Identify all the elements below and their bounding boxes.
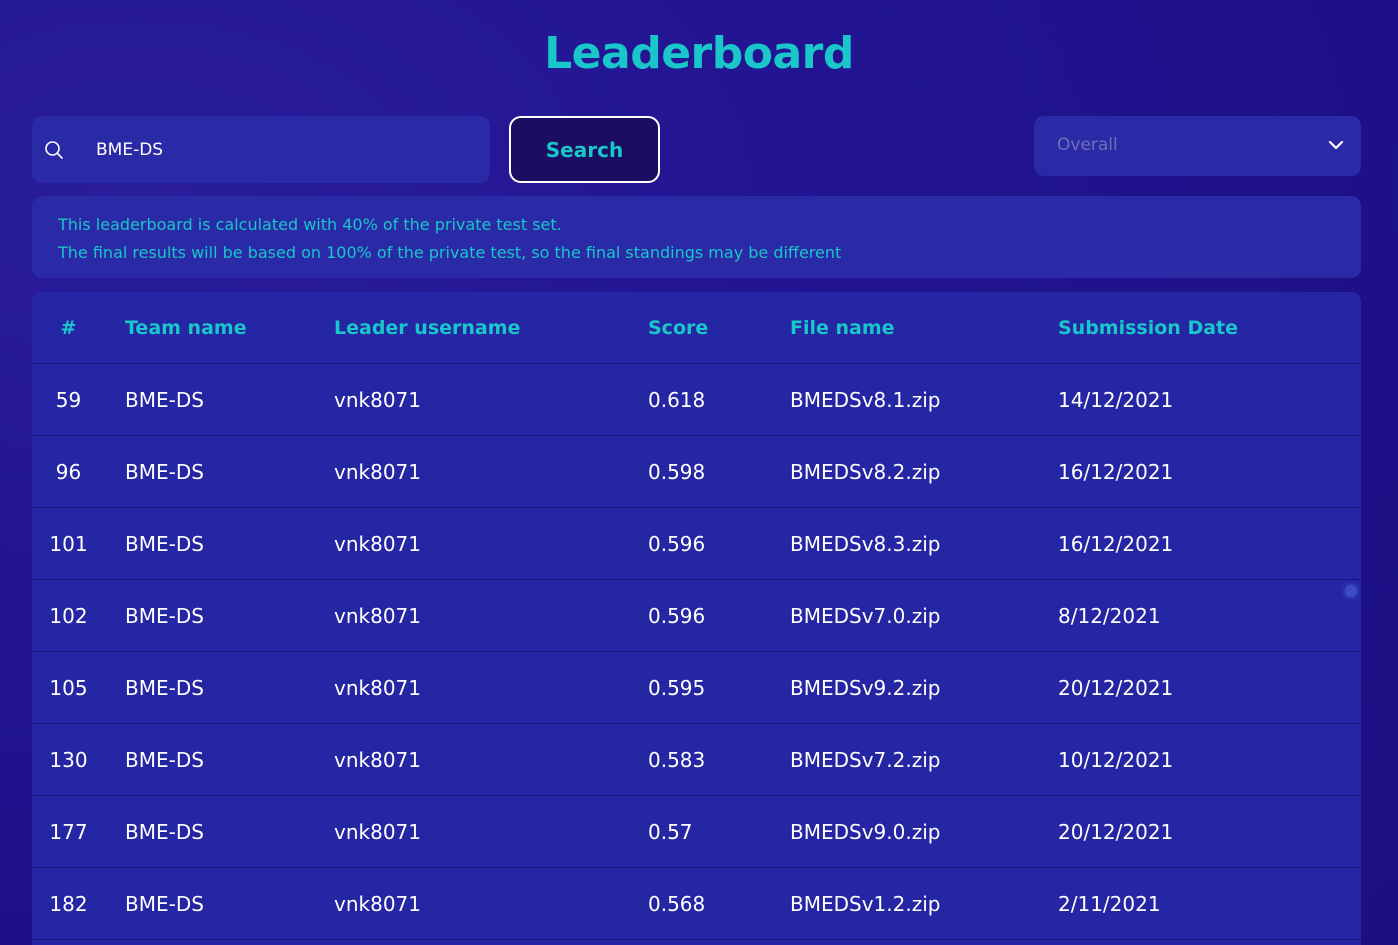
cell-rank: 101 bbox=[32, 507, 105, 580]
table-header-row: # Team name Leader username Score File n… bbox=[32, 292, 1361, 364]
notice-banner: This leaderboard is calculated with 40% … bbox=[32, 196, 1361, 278]
cell-file-name: BMEDSv7.2.zip bbox=[790, 723, 1058, 796]
cell-team-name: BME-DS bbox=[105, 507, 334, 580]
cell-submission-date: 8/12/2021 bbox=[1058, 579, 1361, 652]
cell-score: 0.595 bbox=[648, 651, 790, 724]
search-input[interactable] bbox=[96, 116, 476, 183]
header-submission-date: Submission Date bbox=[1058, 292, 1361, 364]
cell-leader-username: vnk8071 bbox=[334, 579, 648, 652]
cell-leader-username: vnk8071 bbox=[334, 795, 648, 868]
cell-rank: 105 bbox=[32, 651, 105, 724]
cell-file-name: BMEDSv9.2.zip bbox=[790, 651, 1058, 724]
header-file-name: File name bbox=[790, 292, 1058, 364]
cell-leader-username: vnk8071 bbox=[334, 723, 648, 796]
cell-leader-username: vnk8071 bbox=[334, 363, 648, 436]
scroll-indicator[interactable] bbox=[1345, 585, 1357, 597]
table-row: 177 BME-DS vnk8071 0.57 BMEDSv9.0.zip 20… bbox=[32, 795, 1361, 868]
cell-submission-date: 20/12/2021 bbox=[1058, 795, 1361, 868]
cell-score: 0.596 bbox=[648, 507, 790, 580]
cell-submission-date: 20/12/2021 bbox=[1058, 651, 1361, 724]
category-select-value: Overall bbox=[1057, 135, 1118, 155]
cell-leader-username: vnk8071 bbox=[334, 867, 648, 940]
table-row: 105 BME-DS vnk8071 0.595 BMEDSv9.2.zip 2… bbox=[32, 651, 1361, 724]
cell-submission-date: 14/12/2021 bbox=[1058, 363, 1361, 436]
cell-score: 0.596 bbox=[648, 579, 790, 652]
cell-team-name: BME-DS bbox=[105, 723, 334, 796]
cell-submission-date: 2/11/2021 bbox=[1058, 867, 1361, 940]
cell-file-name: BMEDSv9.0.zip bbox=[790, 795, 1058, 868]
leaderboard-table: # Team name Leader username Score File n… bbox=[32, 292, 1361, 940]
cell-leader-username: vnk8071 bbox=[334, 435, 648, 508]
cell-team-name: BME-DS bbox=[105, 651, 334, 724]
cell-rank: 102 bbox=[32, 579, 105, 652]
cell-file-name: BMEDSv7.0.zip bbox=[790, 579, 1058, 652]
cell-score: 0.598 bbox=[648, 435, 790, 508]
header-team-name: Team name bbox=[105, 292, 334, 364]
cell-rank: 59 bbox=[32, 363, 105, 436]
table-row: 182 BME-DS vnk8071 0.568 BMEDSv1.2.zip 2… bbox=[32, 867, 1361, 940]
cell-team-name: BME-DS bbox=[105, 795, 334, 868]
table-row: 102 BME-DS vnk8071 0.596 BMEDSv7.0.zip 8… bbox=[32, 579, 1361, 652]
cell-leader-username: vnk8071 bbox=[334, 507, 648, 580]
cell-score: 0.618 bbox=[648, 363, 790, 436]
notice-line-2: The final results will be based on 100% … bbox=[58, 243, 842, 262]
table-row: 59 BME-DS vnk8071 0.618 BMEDSv8.1.zip 14… bbox=[32, 363, 1361, 436]
cell-file-name: BMEDSv8.1.zip bbox=[790, 363, 1058, 436]
search-button[interactable]: Search bbox=[509, 116, 660, 183]
cell-leader-username: vnk8071 bbox=[334, 651, 648, 724]
cell-score: 0.57 bbox=[648, 795, 790, 868]
cell-rank: 130 bbox=[32, 723, 105, 796]
cell-submission-date: 10/12/2021 bbox=[1058, 723, 1361, 796]
leaderboard-table-container: # Team name Leader username Score File n… bbox=[32, 292, 1361, 945]
cell-rank: 177 bbox=[32, 795, 105, 868]
cell-submission-date: 16/12/2021 bbox=[1058, 507, 1361, 580]
header-leader-username: Leader username bbox=[334, 292, 648, 364]
page-title: Leaderboard bbox=[544, 28, 854, 79]
cell-file-name: BMEDSv8.3.zip bbox=[790, 507, 1058, 580]
cell-rank: 96 bbox=[32, 435, 105, 508]
search-box[interactable] bbox=[32, 116, 490, 183]
cell-rank: 182 bbox=[32, 867, 105, 940]
cell-team-name: BME-DS bbox=[105, 579, 334, 652]
cell-score: 0.568 bbox=[648, 867, 790, 940]
cell-file-name: BMEDSv1.2.zip bbox=[790, 867, 1058, 940]
header-rank: # bbox=[32, 292, 105, 364]
category-select[interactable]: Overall bbox=[1034, 116, 1361, 176]
notice-line-1: This leaderboard is calculated with 40% … bbox=[58, 215, 562, 234]
table-row: 101 BME-DS vnk8071 0.596 BMEDSv8.3.zip 1… bbox=[32, 507, 1361, 580]
cell-submission-date: 16/12/2021 bbox=[1058, 435, 1361, 508]
table-row: 130 BME-DS vnk8071 0.583 BMEDSv7.2.zip 1… bbox=[32, 723, 1361, 796]
table-row: 96 BME-DS vnk8071 0.598 BMEDSv8.2.zip 16… bbox=[32, 435, 1361, 508]
header-score: Score bbox=[648, 292, 790, 364]
cell-team-name: BME-DS bbox=[105, 435, 334, 508]
chevron-down-icon bbox=[1328, 140, 1344, 150]
search-icon bbox=[45, 141, 63, 159]
cell-file-name: BMEDSv8.2.zip bbox=[790, 435, 1058, 508]
cell-team-name: BME-DS bbox=[105, 867, 334, 940]
cell-score: 0.583 bbox=[648, 723, 790, 796]
cell-team-name: BME-DS bbox=[105, 363, 334, 436]
